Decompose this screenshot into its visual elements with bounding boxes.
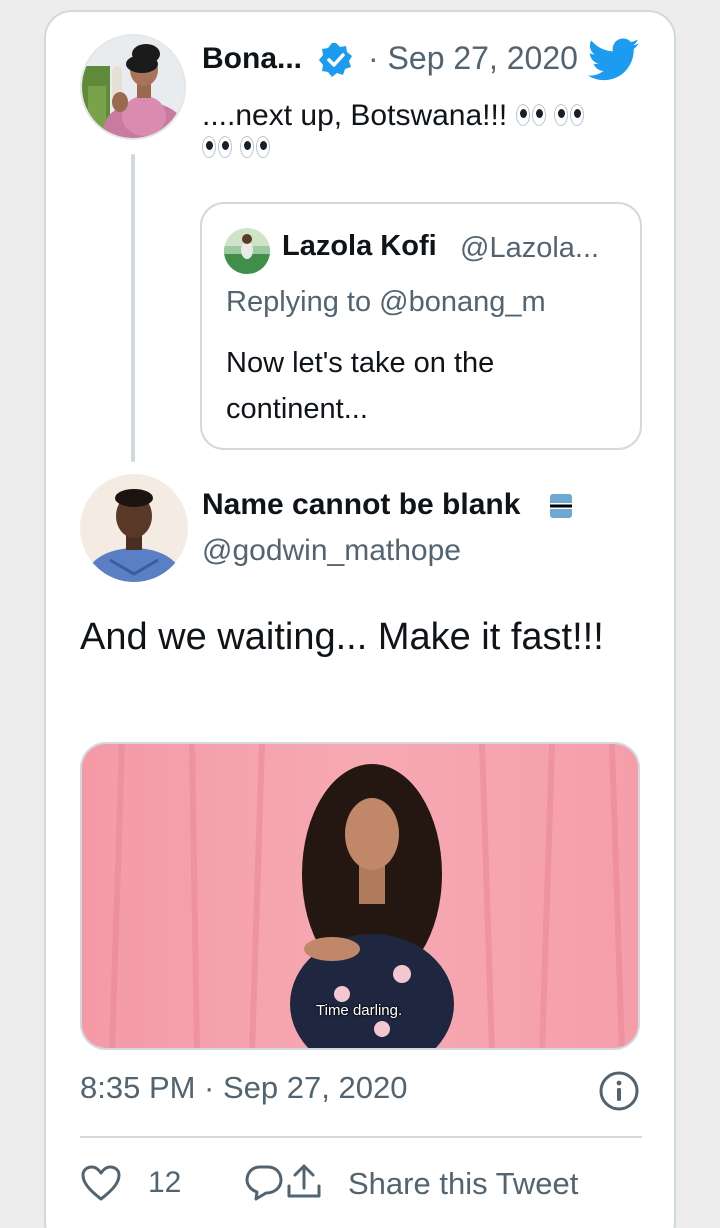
eyes-emoji-icon — [515, 95, 592, 139]
quoted-replying-to: Replying to @bonang_m — [226, 286, 546, 318]
actions-divider — [80, 1136, 642, 1138]
parent-author-name[interactable]: Bona... — [202, 42, 302, 76]
botswana-flag-icon — [550, 494, 572, 518]
video-caption: Time darling. — [316, 1002, 403, 1019]
quoted-tweet-text: Now let's take on the continent... — [226, 347, 495, 425]
parent-date[interactable]: · Sep 27, 2020 — [368, 40, 578, 77]
avatar-godwin[interactable] — [80, 474, 188, 582]
like-count[interactable]: 12 — [148, 1166, 181, 1200]
verified-badge-icon — [318, 42, 354, 78]
twitter-bird-icon[interactable] — [587, 38, 640, 82]
main-author-name[interactable]: Name cannot be blank — [202, 488, 520, 522]
quoted-author-handle[interactable]: @Lazola... — [460, 232, 599, 265]
avatar-bonang[interactable] — [80, 34, 186, 140]
quoted-author-name[interactable]: Lazola Kofi — [282, 230, 437, 263]
info-icon[interactable] — [598, 1070, 640, 1112]
eyes-emoji-icon — [202, 136, 278, 163]
parent-tweet-text: ....next up, Botswana!!! — [202, 94, 592, 139]
thread-connector-line — [131, 154, 135, 462]
heart-icon[interactable] — [80, 1164, 122, 1202]
parent-tweet-text-content: ....next up, Botswana!!! — [202, 99, 508, 132]
share-tweet-link[interactable]: Share this Tweet — [348, 1166, 578, 1202]
share-icon[interactable] — [284, 1162, 324, 1202]
tweet-timestamp[interactable]: 8:35 PM · Sep 27, 2020 — [80, 1070, 407, 1106]
avatar-lazola[interactable] — [224, 228, 270, 274]
main-author-handle[interactable]: @godwin_mathope — [202, 534, 461, 568]
reply-icon[interactable] — [244, 1164, 284, 1202]
tweet-media-video[interactable]: Time darling. — [80, 742, 640, 1050]
main-tweet-text: And we waiting... Make it fast!!! — [80, 616, 604, 658]
